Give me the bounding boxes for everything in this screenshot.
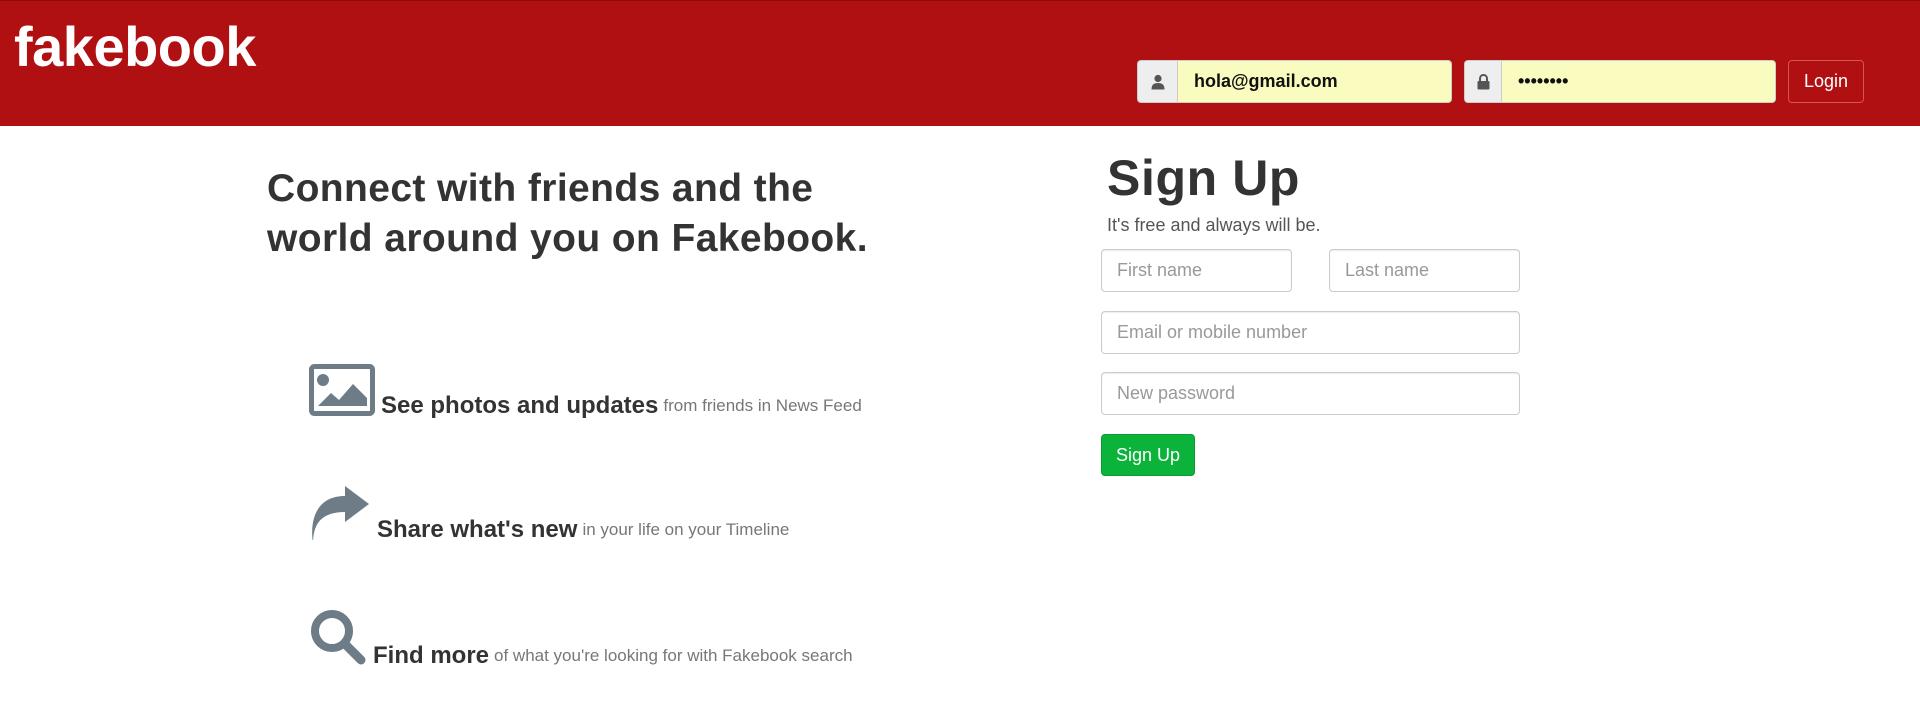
- share-arrow-icon: [309, 484, 371, 545]
- feature-description: from friends in News Feed: [663, 396, 862, 415]
- login-email-group: [1137, 60, 1452, 103]
- feature-description: in your life on your Timeline: [582, 520, 790, 539]
- feature-find: Find more of what you're looking for wit…: [309, 608, 853, 671]
- user-icon: [1137, 60, 1177, 103]
- search-icon: [309, 608, 367, 671]
- email-field[interactable]: [1101, 311, 1520, 354]
- login-email-input[interactable]: [1177, 60, 1452, 103]
- last-name-field[interactable]: [1329, 249, 1520, 292]
- top-navbar: fakebook Login: [0, 0, 1920, 126]
- login-button[interactable]: Login: [1788, 60, 1864, 103]
- first-name-field[interactable]: [1101, 249, 1292, 292]
- login-password-group: [1464, 60, 1776, 103]
- feature-share: Share what's new in your life on your Ti…: [309, 484, 789, 545]
- feature-description: of what you're looking for with Fakebook…: [494, 646, 853, 665]
- feature-title: Share what's new: [377, 516, 578, 543]
- signup-subtitle: It's free and always will be.: [1107, 215, 1321, 235]
- signup-title: Sign Up: [1107, 150, 1301, 206]
- login-password-input[interactable]: [1501, 60, 1776, 103]
- signup-button[interactable]: Sign Up: [1101, 434, 1195, 476]
- feature-photos: See photos and updates from friends in N…: [309, 364, 862, 421]
- feature-title: Find more: [373, 642, 490, 669]
- intro-headline: Connect with friends and the world aroun…: [267, 167, 868, 260]
- lock-icon: [1464, 60, 1501, 103]
- feature-title: See photos and updates: [381, 392, 659, 419]
- fakebook-logo[interactable]: fakebook: [14, 15, 256, 79]
- new-password-field[interactable]: [1101, 372, 1520, 415]
- image-icon: [309, 364, 375, 421]
